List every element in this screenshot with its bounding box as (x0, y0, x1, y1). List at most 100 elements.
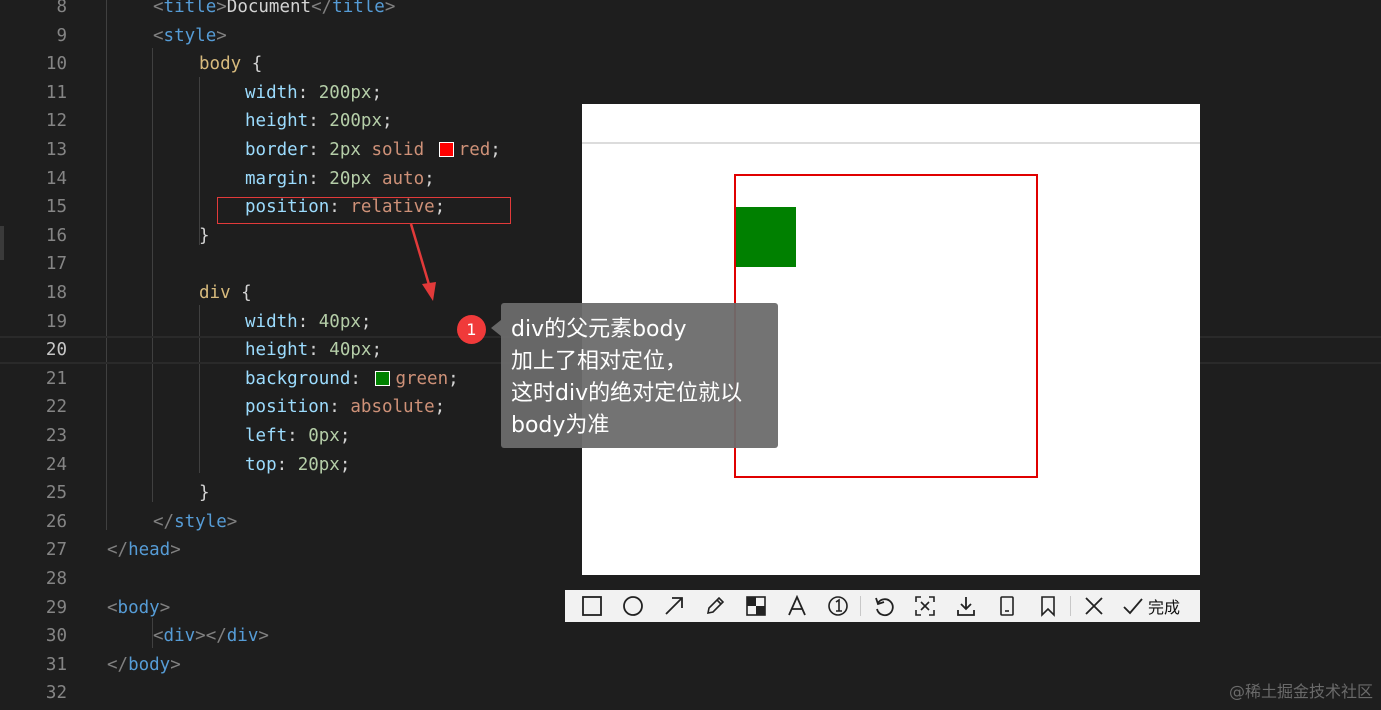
line-number: 27 (45, 540, 67, 561)
code-line[interactable]: 8 < title > Document </title > (0, 0, 1381, 21)
code-token: : (329, 397, 351, 418)
line-number: 11 (45, 82, 67, 103)
line-number: 29 (45, 597, 67, 618)
line-number: 21 (45, 368, 67, 389)
code-text: </body > (107, 655, 181, 675)
code-token: : (308, 139, 330, 160)
code-text: body { (199, 54, 262, 74)
text-icon[interactable] (776, 590, 817, 622)
code-token: : (308, 168, 330, 189)
code-token: body (117, 597, 160, 618)
code-text: < body > (107, 598, 170, 618)
code-token: { (241, 54, 263, 75)
annotation-note[interactable]: div的父元素body 加上了相对定位， 这时div的绝对定位就以 body为准 (501, 303, 778, 448)
code-token: margin (245, 168, 309, 189)
highlight-box (217, 197, 511, 224)
code-token: border (245, 139, 309, 160)
code-token: height (245, 111, 309, 132)
color-swatch-icon[interactable] (375, 371, 391, 387)
code-token: ; (490, 139, 501, 160)
code-token: top (245, 454, 277, 475)
line-number: 10 (45, 54, 67, 75)
code-token: body (128, 654, 171, 675)
code-line[interactable]: 9 < style > (0, 21, 1381, 50)
mosaic-icon[interactable] (735, 590, 776, 622)
annotation-badge: 1 (457, 315, 486, 344)
watermark: @稀土掘金技术社区 (1228, 682, 1373, 701)
pin-icon[interactable] (986, 590, 1027, 622)
code-token: : (287, 425, 309, 446)
code-line[interactable]: 30 < div ></div > (0, 622, 1381, 651)
code-token: ; (434, 397, 446, 418)
code-line[interactable]: 32 (0, 679, 1381, 708)
line-number: 16 (45, 225, 67, 246)
code-token: title (163, 0, 217, 17)
code-token: > (384, 0, 396, 17)
code-line[interactable]: 10 body { (0, 50, 1381, 79)
code-token: red (458, 139, 491, 160)
arrow-icon[interactable] (653, 590, 694, 622)
code-token: : (350, 368, 372, 389)
ocr-icon[interactable] (904, 590, 945, 622)
code-line[interactable]: 31 </body > (0, 651, 1381, 680)
bookmark-icon[interactable] (1027, 590, 1068, 622)
close-icon[interactable] (1073, 590, 1114, 622)
code-token: div (199, 282, 231, 303)
line-number: 26 (45, 511, 67, 532)
annotation-line: body为准 (511, 413, 610, 438)
code-text: width: 200px; (245, 83, 382, 103)
preview-green-div (736, 207, 796, 267)
code-token: : (297, 311, 319, 332)
undo-icon[interactable] (863, 590, 904, 622)
done-button[interactable]: 完成 (1122, 594, 1180, 618)
toolbar-divider (860, 596, 861, 616)
line-number: 17 (45, 254, 67, 275)
code-token: < (153, 25, 164, 46)
code-token: div (163, 626, 196, 647)
download-icon[interactable] (945, 590, 986, 622)
done-label: 完成 (1148, 598, 1181, 617)
code-token: width (245, 82, 298, 103)
annotation-line: 这时div的绝对定位就以 (511, 381, 743, 406)
line-number: 19 (45, 311, 67, 332)
code-token: : (276, 454, 298, 475)
code-token: background (245, 368, 351, 389)
code-text: left: 0px; (245, 426, 350, 446)
code-token: 2px (329, 139, 361, 160)
code-text: position: absolute; (245, 397, 445, 417)
code-text: margin: 20px auto; (245, 169, 435, 189)
code-token: : (308, 111, 330, 132)
line-number: 32 (45, 683, 67, 704)
annotation-line: div的父元素body (511, 317, 687, 342)
code-token: auto (371, 168, 425, 189)
code-token: ; (339, 454, 351, 475)
code-token: </ (311, 0, 333, 17)
code-token: < (107, 597, 118, 618)
code-token: ; (424, 168, 435, 189)
line-number: 12 (45, 111, 67, 132)
code-token: width (245, 311, 298, 332)
code-token: < (153, 626, 164, 647)
code-line[interactable]: 11 width: 200px; (0, 79, 1381, 108)
number-icon[interactable] (817, 590, 858, 622)
line-number: 13 (45, 139, 67, 160)
line-number: 18 (45, 282, 67, 303)
code-token: 20px (297, 454, 340, 475)
code-text: width: 40px; (245, 312, 371, 332)
code-token: div (226, 626, 259, 647)
code-text: div { (199, 283, 252, 303)
code-text: } (199, 226, 210, 246)
code-token: height (245, 340, 309, 361)
code-token: : (308, 340, 330, 361)
code-token: ; (371, 340, 382, 361)
code-token: 200px (318, 82, 372, 103)
color-swatch-icon[interactable] (438, 142, 454, 158)
circle-icon[interactable] (612, 590, 653, 622)
rectangle-icon[interactable] (571, 590, 612, 622)
code-token: : (297, 82, 319, 103)
code-token: </ (153, 511, 175, 532)
pen-icon[interactable] (694, 590, 735, 622)
code-token: > (216, 25, 227, 46)
annotation-tail (491, 320, 501, 336)
annotation-arrow (409, 223, 436, 301)
